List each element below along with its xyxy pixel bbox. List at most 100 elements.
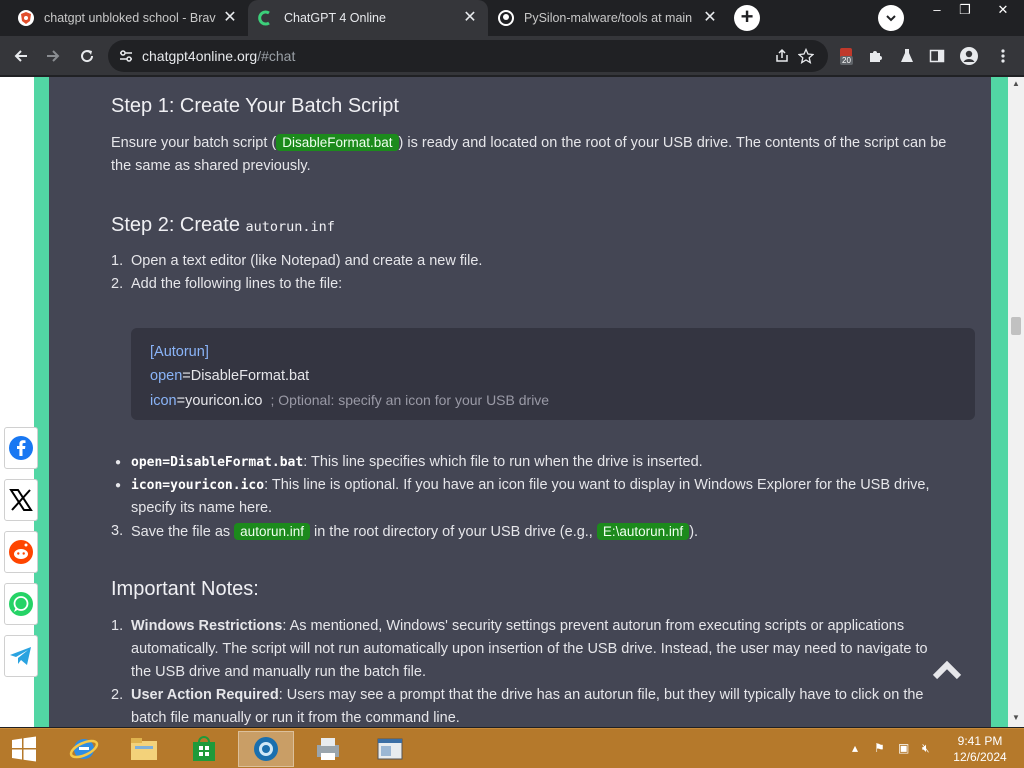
bookmark-star-icon[interactable] (796, 46, 816, 66)
list-item: 2. User Action Required: Users may see a … (111, 687, 924, 726)
minimize-button[interactable]: – (922, 0, 952, 22)
chatgpt-online-icon (258, 10, 274, 26)
list-item: ● open=DisableFormat.bat: This line speci… (115, 454, 703, 470)
note-text: the USB drive and manually run the batch… (131, 664, 426, 680)
notes-list: 1. Windows Restrictions: As mentioned, Wi… (111, 615, 991, 727)
bullet-code: icon=youricon.ico (131, 478, 265, 493)
bullet-text: : This line is optional. If you have an … (264, 477, 930, 493)
scrollbar-thumb[interactable] (1011, 317, 1021, 335)
tab-title: PySilon-malware/tools at main · (524, 11, 696, 25)
url-text: chatgpt4online.org/#chat (142, 48, 295, 64)
share-icon[interactable] (772, 46, 792, 66)
reload-button[interactable] (74, 43, 100, 69)
scroll-up-icon[interactable]: ▲ (1012, 79, 1020, 88)
volume-muted-icon[interactable]: 🔇︎ (922, 741, 930, 756)
extensions-puzzle-button[interactable] (862, 43, 888, 69)
close-tab-icon[interactable]: ✕ (702, 10, 718, 26)
reload-icon (81, 50, 94, 63)
x-icon (9, 489, 33, 511)
tab-pysilon-github[interactable]: PySilon-malware/tools at main · ✕ (488, 3, 728, 33)
close-tab-icon[interactable]: ✕ (222, 10, 238, 26)
facebook-share-button[interactable] (4, 427, 38, 469)
note-text: automatically. The script will not run a… (131, 641, 928, 657)
address-bar[interactable]: chatgpt4online.org/#chat (108, 40, 828, 72)
menu-button[interactable] (990, 43, 1016, 69)
taskbar-printer-app[interactable] (300, 731, 356, 767)
step3-text: Save the file as (131, 524, 235, 540)
clock-time: 9:41 PM (957, 734, 1003, 748)
important-notes-heading: Important Notes: (111, 578, 259, 600)
tab-chatgpt-unblocked[interactable]: chatgpt unbloked school - Brave ✕ (8, 3, 248, 33)
network-icon[interactable]: ▣ (898, 741, 909, 755)
site-info-icon[interactable] (118, 48, 134, 64)
inline-code-path: E:\autorun.inf (596, 523, 690, 540)
whatsapp-icon (9, 592, 33, 616)
step2-heading-code: autorun.inf (245, 219, 335, 235)
profile-button[interactable] (956, 43, 982, 69)
note-text: : As mentioned, Windows' security settin… (282, 618, 905, 634)
whatsapp-share-button[interactable] (4, 583, 38, 625)
start-button[interactable] (2, 731, 46, 767)
github-icon (498, 10, 514, 26)
arrow-right-icon (47, 50, 60, 62)
store-icon (193, 736, 215, 761)
puzzle-icon (870, 51, 882, 62)
taskbar-chrome[interactable] (238, 731, 294, 767)
side-panel-button[interactable] (924, 43, 950, 69)
list-item-text: Open a text editor (like Notepad) and cr… (131, 253, 483, 269)
x-share-button[interactable] (4, 479, 38, 521)
inline-code-disableformat: DisableFormat.bat (276, 134, 399, 151)
taskbar-file-explorer[interactable] (116, 731, 172, 767)
folder-icon (131, 738, 157, 760)
code-comment: ; Optional: specify an icon for your USB… (270, 392, 550, 408)
close-window-button[interactable]: ✕ (984, 0, 1022, 22)
step2-heading: Step 2: Create autorun.inf (111, 214, 335, 237)
brave-icon (18, 10, 34, 26)
arrow-left-icon (14, 50, 27, 62)
extension-button[interactable]: 20 (834, 43, 860, 69)
tab-strip: chatgpt unbloked school - Brave ✕ ChatGP… (0, 0, 1024, 36)
code-value: DisableFormat.bat (190, 368, 310, 384)
chevron-down-icon (886, 15, 896, 22)
scroll-to-top-button[interactable] (932, 657, 962, 681)
tab-search-button[interactable] (878, 5, 904, 31)
extension-badge-count: 20 (840, 56, 853, 65)
code-value: youricon.ico (185, 393, 263, 409)
reddit-share-button[interactable] (4, 531, 38, 573)
reddit-icon (9, 540, 33, 564)
page-scrollbar[interactable]: ▲ ▼ (1008, 77, 1024, 727)
kebab-menu-icon (1001, 49, 1005, 63)
forward-button[interactable] (40, 43, 66, 69)
tray-overflow-icon[interactable]: ▴ (852, 741, 858, 755)
maximize-button[interactable]: ❐ (950, 0, 980, 22)
taskbar-clock[interactable]: 9:41 PM 12/6/2024 (948, 733, 1012, 765)
taskbar-internet-explorer[interactable] (56, 731, 112, 767)
step1-text-line2: the same as shared previously. (111, 158, 311, 174)
url-host: chatgpt4online.org (142, 48, 258, 64)
action-center-flag-icon[interactable]: ⚑ (874, 741, 885, 755)
autorun-bullets: ● open=DisableFormat.bat: This line speci… (111, 451, 981, 544)
telegram-icon (10, 647, 31, 665)
step2-list: 1. Open a text editor (like Notepad) and … (111, 250, 971, 296)
step3-text-mid: in the root directory of your USB drive … (309, 524, 597, 540)
back-button[interactable] (8, 43, 34, 69)
browser-toolbar: chatgpt4online.org/#chat 20 (0, 36, 1024, 76)
taskbar-store[interactable] (176, 731, 232, 767)
list-item: 3. Save the file as autorun.inf in the ro… (111, 523, 699, 540)
page-viewport: Step 1: Create Your Batch Script Ensure … (0, 77, 1024, 727)
scroll-down-icon[interactable]: ▼ (1012, 713, 1020, 722)
flask-button[interactable] (894, 43, 920, 69)
bullet-text-cont: specify its name here. (131, 500, 273, 516)
windows-taskbar: ▴ ⚑ ▣ 🔇︎ 9:41 PM 12/6/2024 (0, 728, 1024, 768)
code-block: [Autorun] open=DisableFormat.bat icon=yo… (131, 328, 975, 420)
close-tab-icon[interactable]: ✕ (462, 10, 478, 26)
step1-text-cont: ) is ready and located on the root of yo… (398, 135, 947, 151)
telegram-share-button[interactable] (4, 635, 38, 677)
new-tab-button[interactable]: + (734, 5, 760, 31)
tab-chatgpt-4-online[interactable]: ChatGPT 4 Online ✕ (248, 0, 488, 36)
facebook-icon (9, 436, 33, 460)
step1-paragraph: Ensure your batch script (DisableFormat.… (111, 131, 981, 178)
note-text: : Users may see a prompt that the drive … (278, 687, 924, 703)
list-item: 2. Add the following lines to the file: (111, 273, 971, 296)
taskbar-window-app[interactable] (362, 731, 418, 767)
